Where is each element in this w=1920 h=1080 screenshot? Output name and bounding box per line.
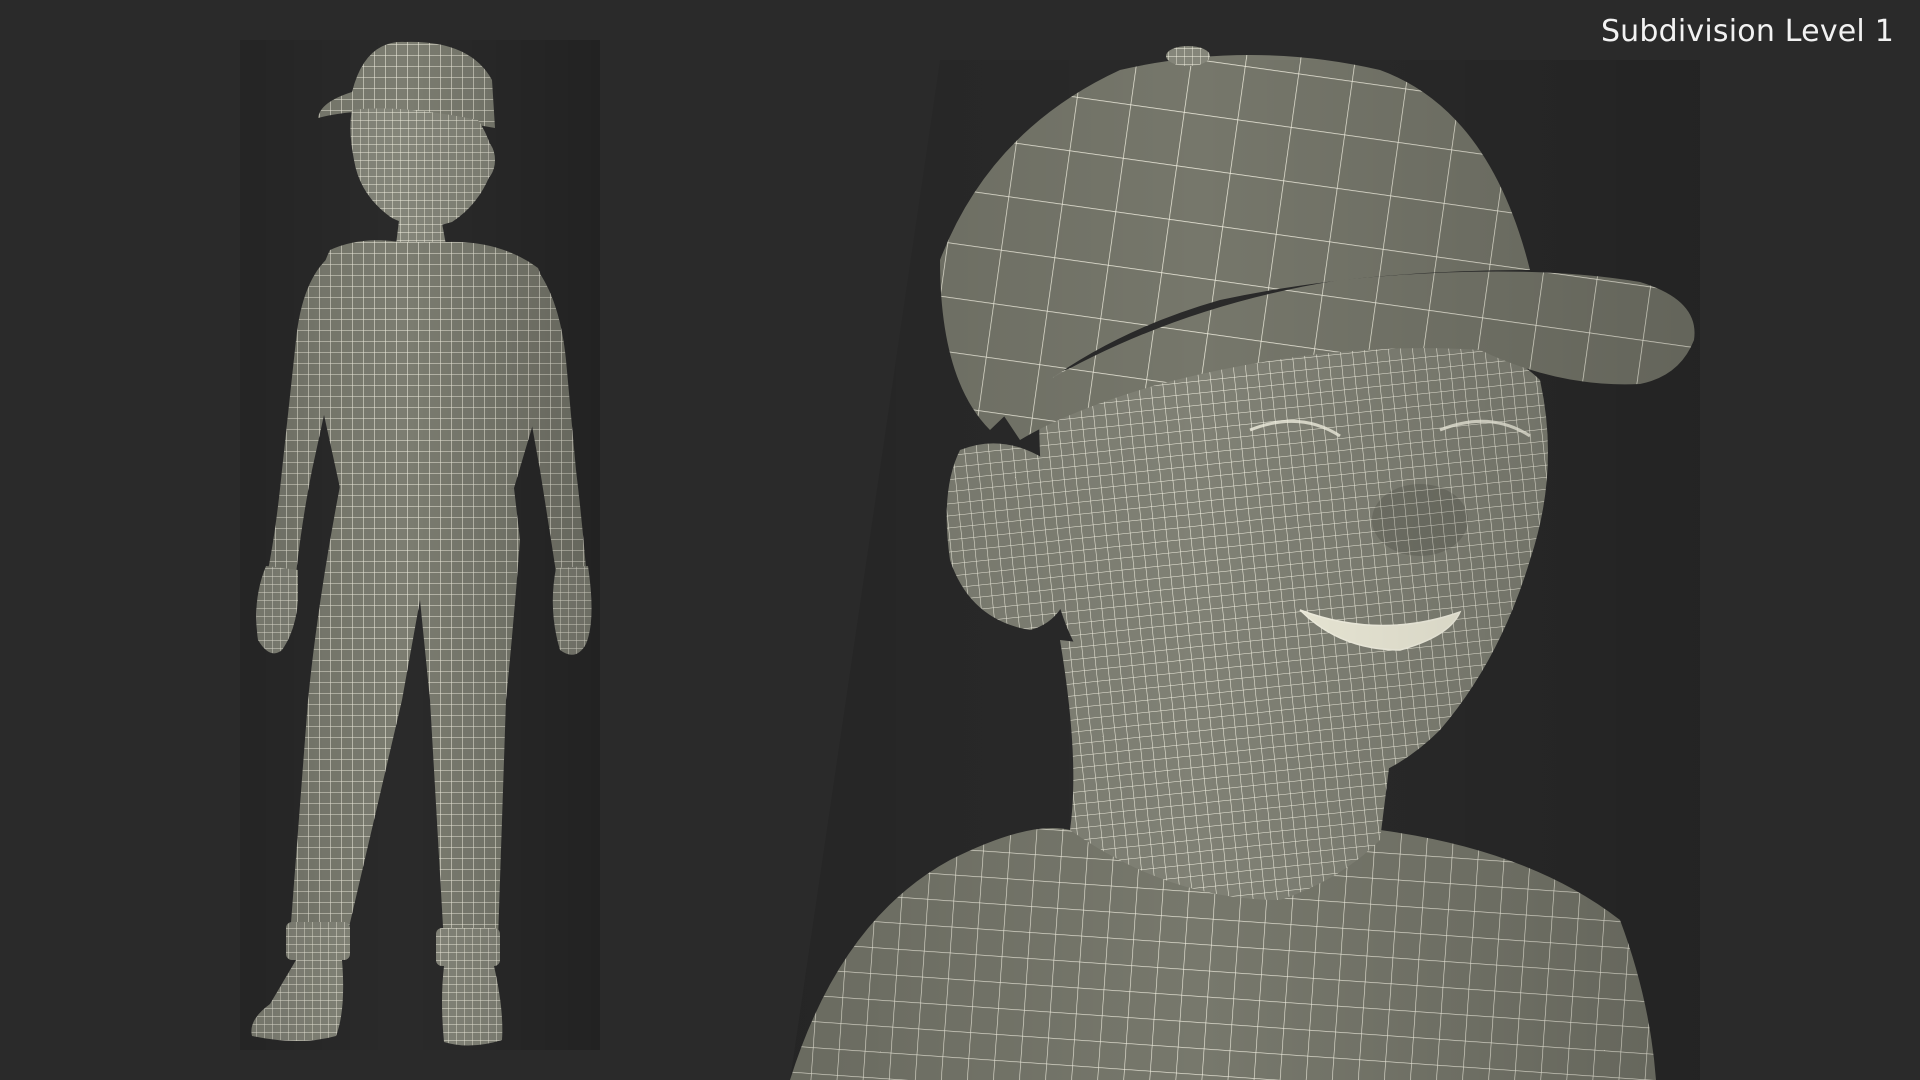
viewport-canvas: Subdivision Level 1 (0, 0, 1920, 1080)
render-scene (240, 40, 1700, 1080)
full-body-figure (240, 40, 600, 1050)
head-closeup-figure (790, 46, 1700, 1080)
subdivision-level-label: Subdivision Level 1 (1600, 14, 1894, 49)
